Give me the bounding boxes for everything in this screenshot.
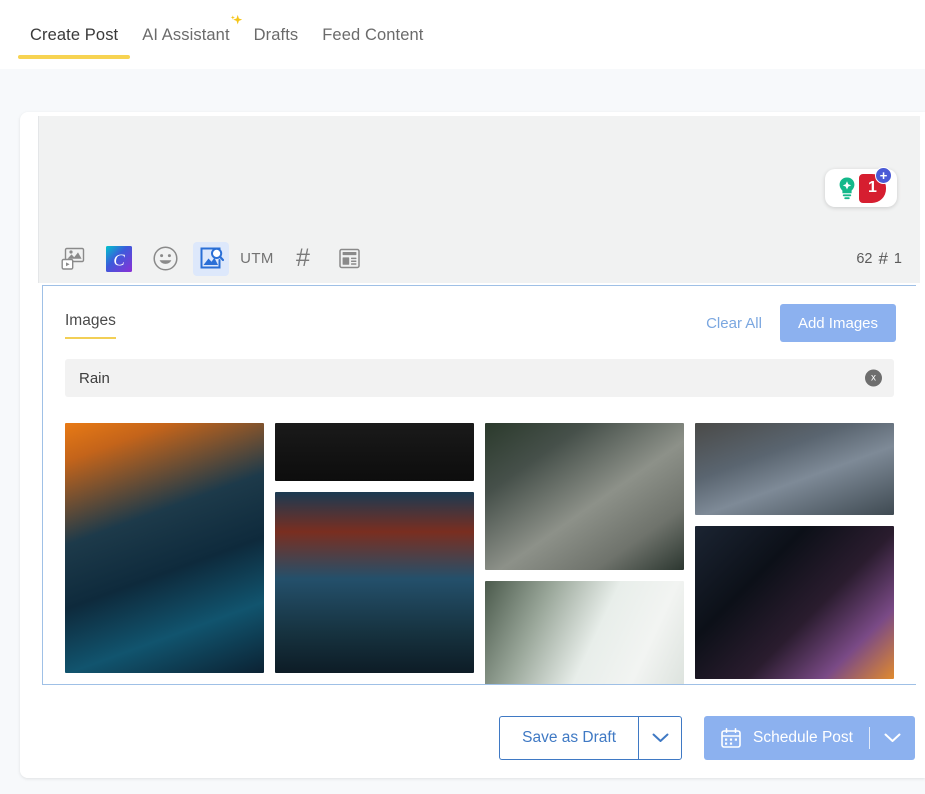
schedule-post-split-button: Schedule Post <box>704 716 915 760</box>
media-video-icon[interactable] <box>55 242 91 276</box>
chevron-down-icon <box>652 733 669 743</box>
save-as-draft-dropdown-toggle[interactable] <box>638 716 682 760</box>
image-result-red-leaf-wet-pavement[interactable] <box>275 492 474 673</box>
schedule-post-label: Schedule Post <box>753 729 853 747</box>
tab-drafts[interactable]: Drafts <box>242 26 311 59</box>
tab-label: AI Assistant <box>142 26 229 44</box>
images-panel: Images Clear All Add Images x <box>42 285 916 685</box>
calendar-icon <box>720 727 742 749</box>
add-images-button[interactable]: Add Images <box>780 304 896 342</box>
schedule-post-button[interactable]: Schedule Post <box>704 716 869 760</box>
image-column-1 <box>65 423 264 685</box>
emoji-icon[interactable] <box>147 242 183 276</box>
action-footer: Save as Draft Sche <box>20 698 925 778</box>
tab-label: Feed Content <box>322 26 423 44</box>
composer-textarea[interactable]: 1 + <box>39 116 920 234</box>
image-search-row: x <box>43 359 916 397</box>
image-result-winding-forest-road-rain[interactable] <box>485 423 684 570</box>
ai-suggestion-count: 1 <box>868 179 877 197</box>
canva-icon[interactable]: C <box>101 242 137 276</box>
hashtag-count: 1 <box>894 251 902 267</box>
schedule-post-dropdown-toggle[interactable] <box>869 716 915 760</box>
save-as-draft-split-button: Save as Draft <box>499 716 682 760</box>
image-search-icon[interactable] <box>193 242 229 276</box>
tab-label: Drafts <box>254 26 299 44</box>
image-search-box[interactable]: x <box>65 359 894 397</box>
hashtag-symbol: # <box>878 249 887 269</box>
composer-counters: 62 # 1 <box>856 249 902 269</box>
clear-search-icon[interactable]: x <box>865 370 882 387</box>
image-result-bokeh-orange-blue-rain-window[interactable] <box>65 423 264 673</box>
svg-text:C: C <box>113 250 125 269</box>
chevron-down-icon <box>884 733 901 743</box>
lightbulb-icon <box>836 176 858 200</box>
tab-images[interactable]: Images <box>65 312 116 339</box>
save-as-draft-label: Save as Draft <box>522 729 616 747</box>
tab-create-post[interactable]: Create Post <box>18 26 130 59</box>
image-search-input[interactable] <box>79 370 880 387</box>
plus-badge-icon: + <box>875 167 892 184</box>
post-composer: 1 + <box>38 116 920 283</box>
tab-feed-content[interactable]: Feed Content <box>310 26 435 59</box>
images-panel-actions: Clear All Add Images <box>706 304 896 342</box>
tab-ai-assistant[interactable]: AI Assistant <box>130 26 241 59</box>
image-result-rain-ripples-puddle[interactable] <box>695 423 894 515</box>
utm-button[interactable]: UTM <box>239 242 275 276</box>
composer-toolbar: C UTM # <box>39 234 920 283</box>
ai-suggestion-badge: 1 + <box>859 174 886 203</box>
tab-label: Create Post <box>30 26 118 44</box>
image-column-4 <box>695 423 894 685</box>
image-column-2 <box>275 423 474 685</box>
clear-all-button[interactable]: Clear All <box>706 315 762 332</box>
character-count: 62 <box>856 251 872 267</box>
hashtag-icon[interactable]: # <box>285 242 321 276</box>
image-results-grid <box>65 423 907 685</box>
ai-assist-button[interactable]: 1 + <box>825 169 897 207</box>
images-panel-header: Images Clear All Add Images <box>43 286 916 359</box>
link-preview-icon[interactable] <box>331 242 367 276</box>
save-as-draft-button[interactable]: Save as Draft <box>499 716 638 760</box>
hashtag-glyph: # <box>296 246 310 271</box>
image-result-dark-raindrops-glass[interactable] <box>275 423 474 481</box>
tab-images-label: Images <box>65 312 116 329</box>
image-column-3 <box>485 423 684 685</box>
image-result-person-umbrella-city-lights[interactable] <box>695 526 894 679</box>
image-result-rainy-window-white-blur[interactable] <box>485 581 684 685</box>
utm-label: UTM <box>240 250 274 267</box>
main-tabbar: Create Post AI Assistant Drafts Feed Con… <box>0 0 925 69</box>
